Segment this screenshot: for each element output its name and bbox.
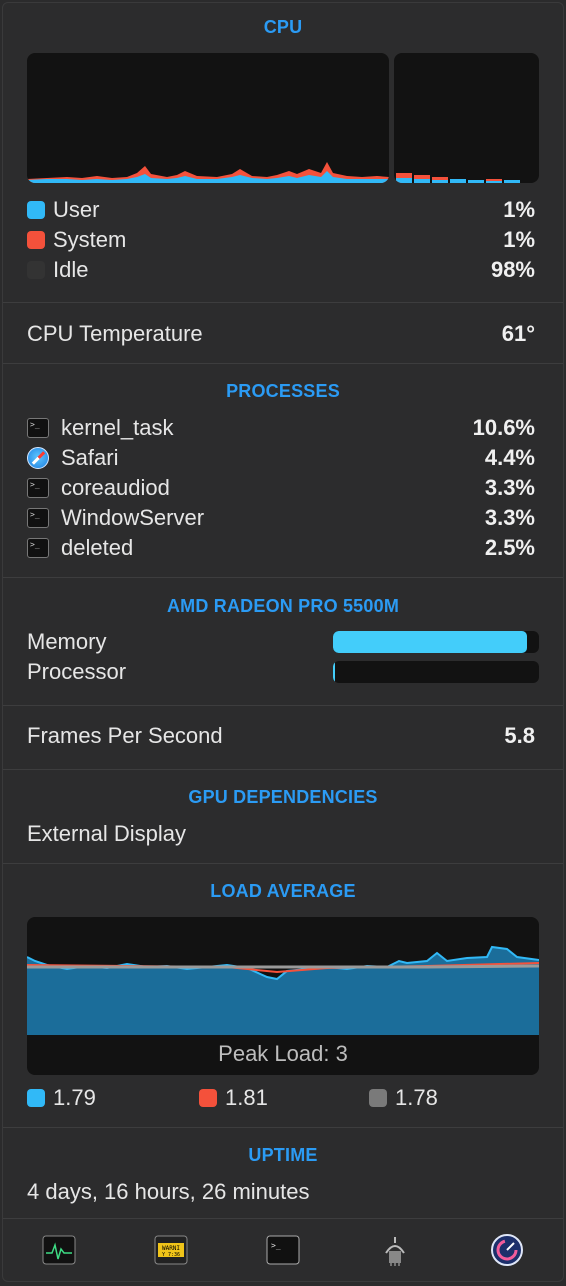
gpu-processor-fill [333, 661, 336, 683]
process-name: Safari [61, 445, 119, 470]
cpu-idle-label: Idle [53, 257, 89, 282]
process-name: WindowServer [61, 505, 205, 530]
process-name: coreaudiod [61, 475, 170, 500]
gpu-memory-label: Memory [27, 629, 107, 654]
cpu-system-row: System 1% [27, 225, 535, 255]
process-row[interactable]: WindowServer 3.3% [27, 503, 535, 533]
gpu-processor-bar [333, 661, 539, 683]
gpu-memory-bar [333, 631, 539, 653]
terminal-icon [27, 508, 49, 528]
activity-monitor-icon[interactable] [41, 1234, 77, 1266]
process-row[interactable]: coreaudiod 3.3% [27, 473, 535, 503]
cpu-history-chart [27, 53, 389, 183]
divider [3, 769, 563, 770]
cpu-idle-value: 98% [490, 257, 535, 282]
cpu-cores-chart [394, 53, 539, 183]
svg-text:>_: >_ [271, 1241, 281, 1250]
processes-title: PROCESSES [226, 381, 340, 401]
svg-text:WARNI: WARNI [162, 1245, 180, 1252]
uptime-row: 4 days, 16 hours, 26 minutes [27, 1177, 535, 1207]
istat-panel: CPU User 1% System 1% Idle 98% CPU Tempe… [2, 2, 564, 1282]
divider [3, 363, 563, 364]
gpu-dependency-row: External Display [27, 819, 535, 849]
gpu-memory-fill [333, 631, 527, 653]
process-name: deleted [61, 535, 134, 560]
process-cpu: 4.4% [484, 445, 535, 470]
cpu-user-label: User [53, 197, 100, 222]
load-15min-swatch [369, 1089, 387, 1107]
process-name: kernel_task [61, 415, 174, 440]
process-cpu: 10.6% [472, 415, 535, 440]
uptime-title: UPTIME [248, 1145, 318, 1165]
gpu-title: AMD RADEON PRO 5500M [166, 596, 400, 616]
load-15min-value: 1.78 [395, 1085, 438, 1110]
terminal-icon [27, 538, 49, 558]
cpu-cores-graph [396, 173, 520, 183]
terminal-icon [27, 478, 49, 498]
divider [3, 577, 563, 578]
terminal-icon [27, 418, 49, 438]
load-5min-value: 1.81 [225, 1085, 268, 1110]
safari-icon [27, 447, 49, 469]
load-average-chart: Peak Load: 3 [27, 917, 539, 1075]
fps-value: 5.8 [504, 723, 535, 748]
peak-load-label: Peak Load: 3 [218, 1041, 348, 1066]
divider [3, 1127, 563, 1128]
user-swatch [27, 201, 45, 219]
load-5min-swatch [199, 1089, 217, 1107]
process-cpu: 3.3% [484, 505, 535, 530]
process-cpu: 3.3% [484, 475, 535, 500]
gpu-dependency-item: External Display [27, 821, 186, 846]
load-1min: 1.79 [27, 1085, 96, 1111]
cpu-title: CPU [263, 17, 303, 37]
cpu-user-value: 1% [503, 197, 535, 222]
process-row[interactable]: Safari 4.4% [27, 443, 535, 473]
fps-label: Frames Per Second [27, 723, 223, 748]
divider [3, 705, 563, 706]
divider [3, 302, 563, 303]
svg-text:Y 7:36: Y 7:36 [162, 1252, 180, 1258]
system-swatch [27, 231, 45, 249]
cpu-history-graph [27, 162, 389, 183]
system-information-icon[interactable] [377, 1234, 413, 1266]
process-cpu: 2.5% [484, 535, 535, 560]
cpu-system-value: 1% [503, 227, 535, 252]
load-1min-value: 1.79 [53, 1085, 96, 1110]
cpu-idle-row: Idle 98% [27, 255, 535, 285]
cpu-temperature-value: 61° [501, 321, 535, 346]
istat-icon[interactable] [489, 1234, 525, 1266]
console-icon[interactable]: WARNI Y 7:36 [153, 1234, 189, 1266]
gpu-processor-label: Processor [27, 659, 127, 684]
terminal-icon[interactable]: >_ [265, 1234, 301, 1266]
cpu-system-label: System [53, 227, 127, 252]
idle-swatch [27, 261, 45, 279]
load-5min: 1.81 [199, 1085, 268, 1111]
process-row[interactable]: deleted 2.5% [27, 533, 535, 563]
cpu-user-row: User 1% [27, 195, 535, 225]
process-row[interactable]: kernel_task 10.6% [27, 413, 535, 443]
fps-row: Frames Per Second 5.8 [27, 721, 535, 751]
divider [3, 863, 563, 864]
cpu-temperature-label: CPU Temperature [27, 321, 203, 346]
cpu-temperature-row: CPU Temperature 61° [27, 319, 535, 349]
bottom-toolbar: WARNI Y 7:36 >_ [3, 1218, 563, 1281]
load-average-graph [27, 945, 539, 1035]
gpu-dependencies-title: GPU DEPENDENCIES [188, 787, 378, 807]
load-average-title: LOAD AVERAGE [210, 881, 356, 901]
load-15min: 1.78 [369, 1085, 438, 1111]
load-1min-swatch [27, 1089, 45, 1107]
uptime-value: 4 days, 16 hours, 26 minutes [27, 1179, 310, 1204]
